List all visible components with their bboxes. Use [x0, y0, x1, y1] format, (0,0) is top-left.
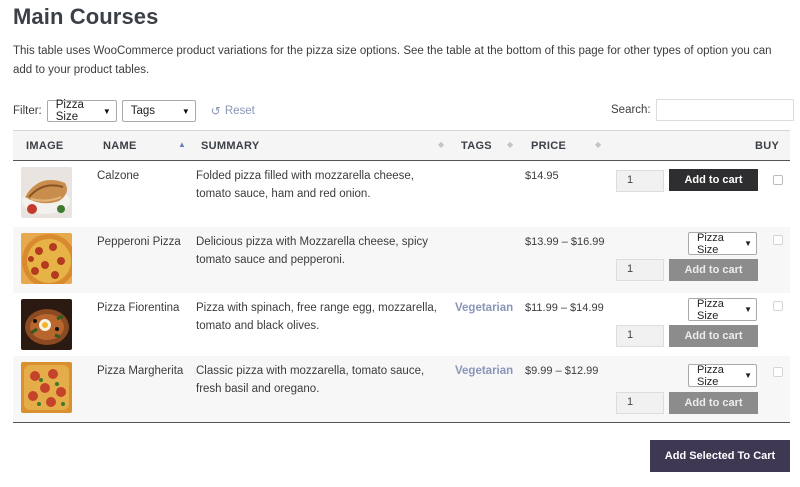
sort-icon[interactable]: ◆	[438, 140, 444, 149]
product-summary: Delicious pizza with Mozzarella cheese, …	[196, 236, 429, 266]
product-name[interactable]: Pepperoni Pizza	[97, 233, 181, 251]
chevron-down-icon: ▼	[744, 239, 752, 248]
chevron-down-icon: ▼	[744, 305, 752, 314]
filter-label: Filter:	[13, 105, 42, 117]
column-header-tags[interactable]: TAGS	[461, 140, 492, 152]
intro-text: This table uses WooCommerce product vari…	[13, 45, 772, 76]
select-checkbox[interactable]	[773, 235, 783, 245]
quantity-input[interactable]: 1	[616, 170, 664, 192]
search-box: Search:	[611, 99, 794, 121]
product-name[interactable]: Calzone	[97, 167, 139, 185]
add-to-cart-button[interactable]: Add to cart	[669, 392, 758, 414]
column-header-summary[interactable]: SUMMARY	[201, 140, 260, 152]
product-price: $11.99 – $14.99	[525, 302, 604, 314]
sort-ascending-icon[interactable]: ▲	[178, 140, 186, 149]
tags-filter-select[interactable]: Tags ▼	[121, 100, 196, 122]
column-header-image: IMAGE	[26, 140, 64, 152]
product-tag[interactable]: Vegetarian	[455, 299, 513, 317]
select-checkbox[interactable]	[773, 301, 783, 311]
quantity-input[interactable]: 1	[616, 259, 664, 281]
chevron-down-icon: ▼	[181, 106, 190, 116]
add-to-cart-button[interactable]: Add to cart	[669, 259, 758, 281]
pizza-margherita-image[interactable]	[21, 362, 72, 413]
pizza-size-variation-select[interactable]: Pizza Size ▼	[688, 231, 757, 256]
product-name[interactable]: Pizza Fiorentina	[97, 299, 179, 317]
sort-icon[interactable]: ◆	[507, 140, 513, 149]
tags-filter-value: Tags	[130, 105, 156, 117]
variation-select-value: Pizza Size	[697, 231, 724, 256]
product-price: $13.99 – $16.99	[525, 236, 605, 248]
add-to-cart-button[interactable]: Add to cart	[669, 169, 758, 191]
add-to-cart-button[interactable]: Add to cart	[669, 325, 758, 347]
product-price: $9.99 – $12.99	[525, 365, 599, 377]
select-checkbox[interactable]	[773, 367, 783, 377]
pizza-size-filter-value: Pizza Size	[55, 99, 84, 123]
page-title: Main Courses	[13, 4, 159, 29]
reset-label: Reset	[224, 105, 255, 117]
product-tag[interactable]: Vegetarian	[455, 362, 513, 380]
product-price: $14.95	[525, 170, 559, 182]
calzone-image[interactable]	[21, 167, 72, 218]
variation-select-value: Pizza Size	[697, 363, 724, 388]
select-checkbox[interactable]	[773, 175, 783, 185]
search-label: Search:	[611, 104, 651, 116]
product-summary: Pizza with spinach, free range egg, mozz…	[196, 302, 437, 332]
filter-bar: Filter: Pizza Size ▼ Tags ▼ ↺ Reset	[13, 99, 255, 123]
reset-link[interactable]: ↺ Reset	[211, 104, 255, 118]
column-header-price[interactable]: PRICE	[531, 140, 566, 152]
table-row: Pizza Fiorentina Pizza with spinach, fre…	[13, 293, 790, 359]
search-input[interactable]	[655, 99, 794, 121]
pizza-size-variation-select[interactable]: Pizza Size ▼	[688, 363, 757, 388]
column-header-buy: BUY	[755, 140, 780, 152]
sort-icon[interactable]: ◆	[595, 140, 601, 149]
pizza-size-variation-select[interactable]: Pizza Size ▼	[688, 297, 757, 322]
table-row: Pizza Margherita Classic pizza with mozz…	[13, 356, 790, 422]
variation-select-value: Pizza Size	[697, 297, 724, 322]
pepperoni-pizza-image[interactable]	[21, 233, 72, 284]
quantity-input[interactable]: 1	[616, 392, 664, 414]
chevron-down-icon: ▼	[744, 371, 752, 380]
add-selected-to-cart-button[interactable]: Add Selected To Cart	[650, 440, 790, 472]
chevron-down-icon: ▼	[102, 106, 111, 116]
product-summary: Classic pizza with mozzarella, tomato sa…	[196, 365, 425, 395]
table-bottom-border	[13, 422, 790, 423]
quantity-input[interactable]: 1	[616, 325, 664, 347]
table-row: Pepperoni Pizza Delicious pizza with Moz…	[13, 227, 790, 293]
pizza-fiorentina-image[interactable]	[21, 299, 72, 350]
table-row: Calzone Folded pizza filled with mozzare…	[13, 161, 790, 227]
pizza-size-filter-select[interactable]: Pizza Size ▼	[46, 99, 117, 123]
product-summary: Folded pizza filled with mozzarella chee…	[196, 170, 414, 200]
product-name[interactable]: Pizza Margherita	[97, 362, 183, 380]
reset-icon: ↺	[210, 104, 221, 118]
table-header: IMAGE NAME ▲ SUMMARY ◆ TAGS ◆ PRICE ◆ BU…	[13, 130, 790, 161]
column-header-name[interactable]: NAME	[103, 140, 137, 152]
